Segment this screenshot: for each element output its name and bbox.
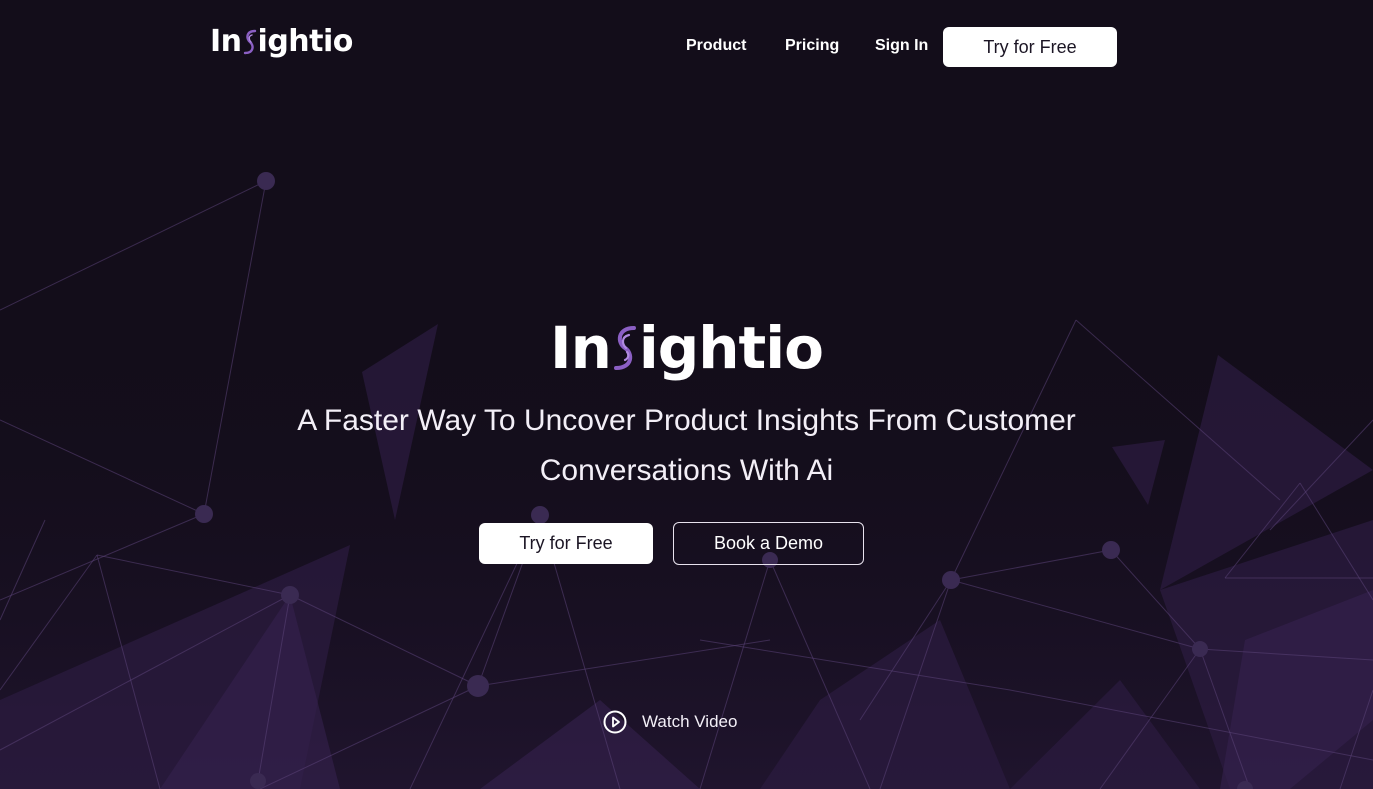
hero-headline-line-1: A Faster Way To Uncover Product Insights…: [297, 404, 1076, 437]
hero-brand-prefix: In: [549, 314, 612, 382]
hero-headline-line-2: Conversations With Ai: [539, 454, 834, 487]
hero-brand-suffix: ightio: [638, 314, 824, 382]
nav-link-pricing[interactable]: Pricing: [785, 36, 839, 56]
network-background: [0, 172, 1373, 789]
watch-video-link[interactable]: Watch Video: [603, 709, 737, 735]
fingerprint-s-icon: [613, 326, 636, 370]
book-demo-button[interactable]: Book a Demo: [673, 522, 864, 565]
hero-logo: In ightio: [0, 312, 1373, 384]
nav-link-sign-in[interactable]: Sign In: [875, 36, 928, 56]
brand-logo[interactable]: In ightio: [210, 22, 353, 62]
watch-video-label: Watch Video: [642, 712, 738, 731]
top-navigation: In ightio Product Pricing Sign In Try fo…: [0, 0, 1373, 92]
brand-name-prefix: In: [210, 24, 242, 59]
play-circle-icon: [603, 710, 627, 734]
fingerprint-s-icon: [243, 29, 256, 55]
nav-link-product[interactable]: Product: [686, 36, 746, 56]
hero-headline: A Faster Way To Uncover Product Insights…: [230, 396, 1143, 496]
brand-name-suffix: ightio: [257, 24, 354, 59]
hero-try-for-free-button[interactable]: Try for Free: [479, 523, 653, 564]
nav-try-for-free-button[interactable]: Try for Free: [943, 27, 1117, 67]
